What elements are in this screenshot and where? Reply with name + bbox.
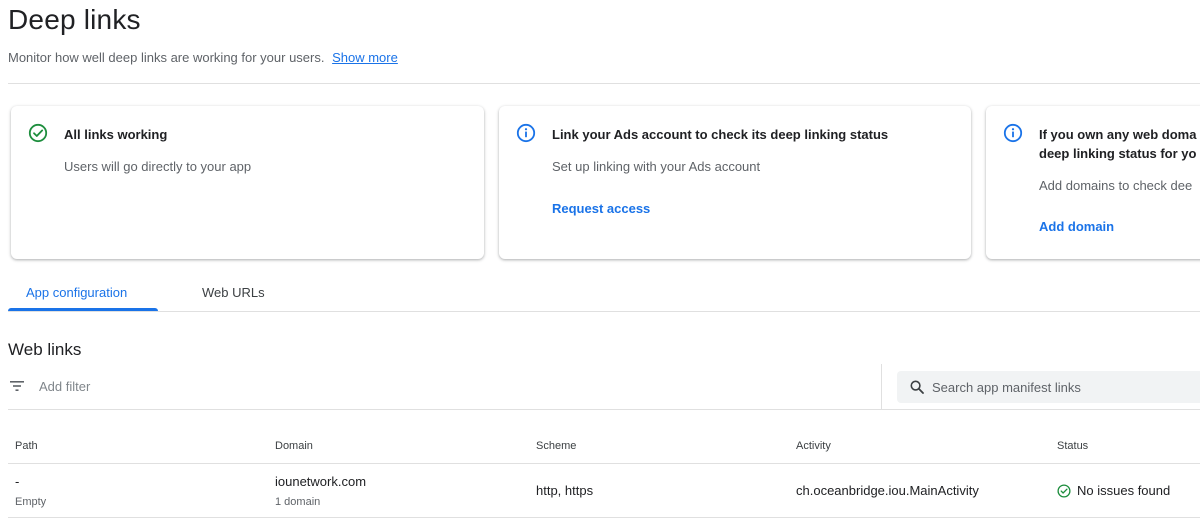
card-title-line: deep linking status for yo [1039, 146, 1197, 161]
active-tab-indicator [8, 308, 158, 311]
card-title: If you own any web doma deep linking sta… [1039, 125, 1196, 163]
info-icon [1003, 123, 1023, 143]
card-description: Users will go directly to your app [64, 159, 252, 174]
show-more-link[interactable]: Show more [332, 50, 398, 65]
tab-bar: App configuration Web URLs [8, 278, 1200, 312]
status-card-links-working: All links working Users will go directly… [11, 106, 484, 259]
filter-bar: Add filter [8, 364, 1200, 410]
filter-icon[interactable] [10, 380, 24, 392]
search-box[interactable] [897, 371, 1200, 403]
column-header-domain[interactable]: Domain [275, 440, 313, 452]
column-header-path[interactable]: Path [15, 440, 38, 452]
section-title: Web links [8, 340, 82, 359]
check-circle-icon [1057, 483, 1071, 498]
column-header-status[interactable]: Status [1057, 440, 1088, 452]
column-header-scheme[interactable]: Scheme [536, 440, 576, 452]
tab-app-configuration[interactable]: App configuration [26, 285, 127, 300]
info-icon [516, 123, 536, 143]
activity-value: ch.oceanbridge.iou.MainActivity [796, 483, 979, 498]
tab-web-urls[interactable]: Web URLs [202, 285, 265, 300]
search-input[interactable] [932, 371, 1192, 403]
card-description: Set up linking with your Ads account [552, 159, 761, 174]
search-icon [910, 380, 924, 394]
status-cell: No issues found [1057, 483, 1170, 498]
add-domain-link[interactable]: Add domain [1039, 219, 1114, 234]
card-title: All links working [64, 127, 168, 142]
path-value: - [15, 474, 20, 489]
card-title-line: If you own any web doma [1039, 127, 1197, 142]
column-header-activity[interactable]: Activity [796, 440, 831, 452]
domain-count: 1 domain [275, 496, 321, 508]
add-filter-input[interactable]: Add filter [39, 379, 90, 394]
table-row[interactable]: - Empty iounetwork.com 1 domain http, ht… [8, 464, 1200, 518]
page-title: Deep links [8, 4, 141, 35]
status-card-web-domains: If you own any web doma deep linking sta… [986, 106, 1200, 259]
status-card-ads-account: Link your Ads account to check its deep … [499, 106, 971, 259]
table-header: Path Domain Scheme Activity Status [8, 428, 1200, 464]
check-circle-icon [28, 123, 48, 143]
filter-divider [881, 364, 882, 409]
subtitle-text: Monitor how well deep links are working … [8, 50, 325, 65]
scheme-value: http, https [536, 483, 594, 498]
header-divider [8, 83, 1200, 84]
status-text: No issues found [1077, 483, 1171, 498]
card-title: Link your Ads account to check its deep … [552, 127, 889, 142]
card-description: Add domains to check dee [1039, 178, 1193, 193]
page-subtitle: Monitor how well deep links are working … [8, 50, 398, 65]
domain-value: iounetwork.com [275, 474, 367, 489]
request-access-link[interactable]: Request access [552, 201, 650, 216]
path-subtext: Empty [15, 496, 47, 508]
